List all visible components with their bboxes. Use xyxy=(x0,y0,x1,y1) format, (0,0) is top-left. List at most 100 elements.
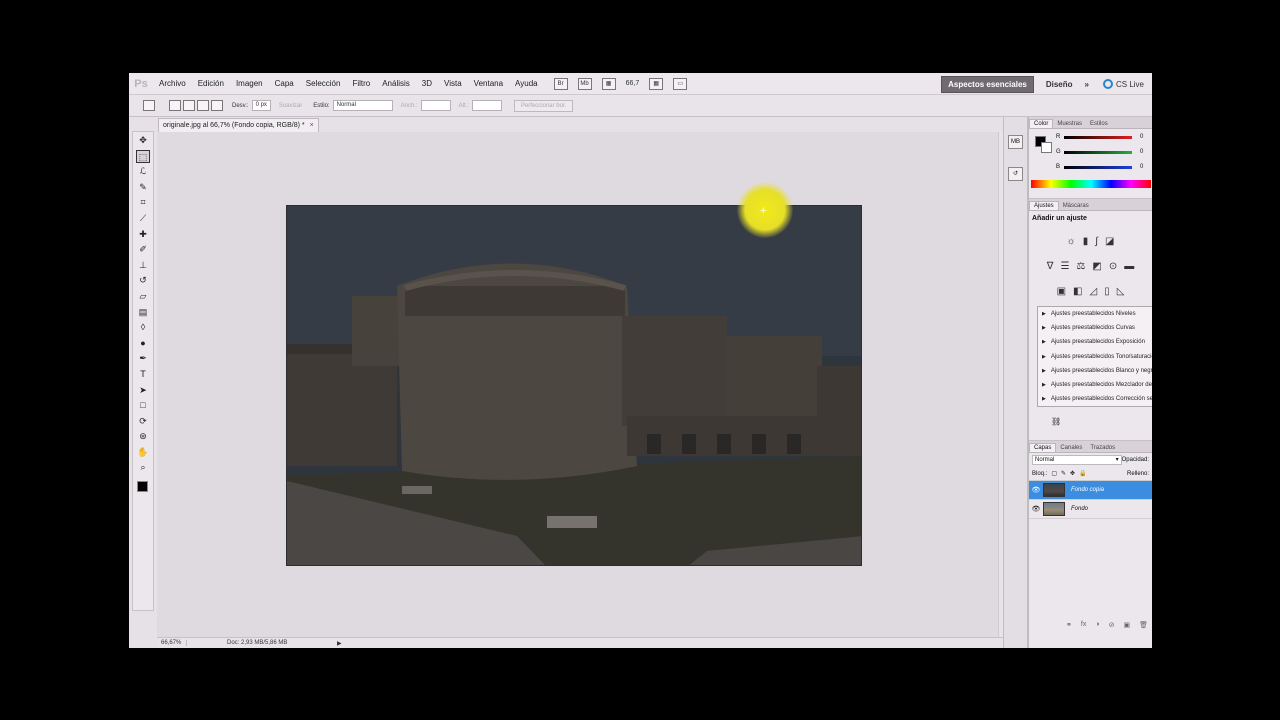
menu-ayuda[interactable]: Ayuda xyxy=(509,79,544,88)
menu-vista[interactable]: Vista xyxy=(438,79,468,88)
lock-position-icon[interactable]: ✥ xyxy=(1070,470,1075,477)
launch-minibridge-button[interactable]: Mb xyxy=(577,77,592,90)
slider-value[interactable]: 0 xyxy=(1140,164,1143,170)
slider-b[interactable]: B0 xyxy=(1056,162,1150,172)
layer-row[interactable]: 👁 Fondo copia xyxy=(1029,481,1152,500)
gradient-tool-icon[interactable]: ▤ xyxy=(136,306,150,319)
menu-analisis[interactable]: Análisis xyxy=(376,79,416,88)
adjustment-2-2-icon[interactable]: ◿ xyxy=(1089,286,1097,297)
antialias-checkbox[interactable]: Suavizar xyxy=(279,103,302,109)
status-zoom[interactable]: 66,67% xyxy=(157,640,187,646)
crop-tool-icon[interactable]: ⌗ xyxy=(136,196,150,209)
pen-tool-icon[interactable]: ✒ xyxy=(136,352,150,365)
layers-footer-3-icon[interactable]: ⊘ xyxy=(1109,621,1115,629)
document-canvas[interactable]: + xyxy=(157,132,998,637)
preset-item[interactable]: ▶ Ajustes preestablecidos Exposición xyxy=(1038,335,1152,349)
adjustment-2-1-icon[interactable]: ◧ xyxy=(1073,286,1082,297)
zoom-level[interactable]: 66,7 xyxy=(626,80,640,87)
width-input[interactable] xyxy=(420,100,451,111)
lasso-tool-icon[interactable]: ℒ xyxy=(136,165,150,178)
layers-tab-trazados[interactable]: Trazados xyxy=(1086,444,1119,452)
adjustment-1-0-icon[interactable]: ∇ xyxy=(1047,261,1054,272)
3d-rotate-tool-icon[interactable]: ⟳ xyxy=(136,415,150,428)
lock-transparency-icon[interactable]: ▢ xyxy=(1051,470,1057,477)
zoom-tool-icon[interactable]: ⌕ xyxy=(136,461,150,474)
history-icon[interactable]: ↺ xyxy=(1008,167,1023,181)
subtract-selection-button[interactable] xyxy=(197,100,209,111)
rectangle-tool-icon[interactable]: □ xyxy=(136,399,150,412)
adjustment-1-4-icon[interactable]: ⊙ xyxy=(1109,261,1117,272)
feather-input[interactable]: 0 px xyxy=(251,100,271,111)
brush-tool-icon[interactable]: ✐ xyxy=(136,243,150,256)
hand-tool-icon[interactable]: ✋ xyxy=(136,446,150,459)
eyedropper-tool-icon[interactable]: ⟋ xyxy=(136,212,150,225)
adjustment-1-3-icon[interactable]: ◩ xyxy=(1092,261,1101,272)
dodge-tool-icon[interactable]: ● xyxy=(136,337,150,350)
more-workspaces-button[interactable]: » xyxy=(1079,77,1095,92)
blur-tool-icon[interactable]: ◊ xyxy=(136,321,150,334)
castle-photo[interactable] xyxy=(286,205,862,566)
color-tab-estilos[interactable]: Estilos xyxy=(1086,120,1112,128)
layers-footer-1-icon[interactable]: fx xyxy=(1081,621,1086,629)
layers-footer-5-icon[interactable]: 🗑 xyxy=(1139,621,1148,629)
background-color-box[interactable] xyxy=(1041,142,1052,153)
color-tab-color[interactable]: Color xyxy=(1029,119,1054,128)
mini-bridge-icon[interactable]: MB xyxy=(1008,135,1023,149)
adjustments-tab-mascaras[interactable]: Máscaras xyxy=(1059,202,1093,210)
menu-imagen[interactable]: Imagen xyxy=(230,79,269,88)
history-brush-tool-icon[interactable]: ↺ xyxy=(136,274,150,287)
menu-archivo[interactable]: Archivo xyxy=(153,79,192,88)
close-document-icon[interactable]: × xyxy=(310,122,314,129)
adjustment-1-2-icon[interactable]: ⚖ xyxy=(1076,261,1085,272)
3d-orbit-tool-icon[interactable]: ⊛ xyxy=(136,430,150,443)
view-extras-button[interactable]: ▦ xyxy=(601,77,616,90)
preset-item[interactable]: ▶ Ajustes preestablecidos Tono/saturación xyxy=(1038,350,1152,364)
type-tool-icon[interactable]: T xyxy=(136,368,150,381)
visibility-eye-icon[interactable]: 👁 xyxy=(1029,486,1043,494)
clip-to-layer-icon[interactable]: ⛓ xyxy=(1051,417,1061,426)
adjustment-1-5-icon[interactable]: ▬ xyxy=(1124,261,1134,272)
lock-pixels-icon[interactable]: ✎ xyxy=(1061,470,1066,477)
adjustment-0-1-icon[interactable]: ▮ xyxy=(1083,236,1089,247)
launch-bridge-button[interactable]: Br xyxy=(553,77,568,90)
menu-ventana[interactable]: Ventana xyxy=(468,79,509,88)
slider-track[interactable] xyxy=(1064,165,1132,169)
slider-track[interactable] xyxy=(1064,135,1132,139)
preset-item[interactable]: ▶ Ajustes preestablecidos Niveles xyxy=(1038,307,1152,321)
menu-3d[interactable]: 3D xyxy=(416,79,438,88)
layers-tab-capas[interactable]: Capas xyxy=(1029,443,1057,452)
layers-footer-4-icon[interactable]: ▣ xyxy=(1123,621,1130,629)
slider-track[interactable] xyxy=(1064,150,1132,154)
refine-edge-button[interactable]: Perfeccionar bor. xyxy=(513,99,574,112)
tool-preset-picker[interactable] xyxy=(143,100,155,111)
slider-value[interactable]: 0 xyxy=(1140,134,1143,140)
color-tab-muestras[interactable]: Muestras xyxy=(1053,120,1086,128)
blend-mode-select[interactable]: Normal ▾ xyxy=(1032,455,1122,465)
status-menu-arrow-icon[interactable]: ▶ xyxy=(337,640,342,647)
preset-item[interactable]: ▶ Ajustes preestablecidos Blanco y negro xyxy=(1038,364,1152,378)
slider-g[interactable]: G0 xyxy=(1056,147,1150,157)
preset-item[interactable]: ▶ Ajustes preestablecidos Curvas xyxy=(1038,321,1152,335)
layers-tab-canales[interactable]: Canales xyxy=(1056,444,1086,452)
add-selection-button[interactable] xyxy=(183,100,195,111)
adjustment-2-4-icon[interactable]: ◺ xyxy=(1117,286,1125,297)
document-tab[interactable]: originale.jpg al 66,7% (Fondo copia, RGB… xyxy=(158,118,319,132)
menu-filtro[interactable]: Filtro xyxy=(346,79,376,88)
screen-mode-button[interactable]: ▭ xyxy=(673,77,688,90)
adjustments-tab-ajustes[interactable]: Ajustes xyxy=(1029,201,1059,210)
path-selection-tool-icon[interactable]: ➤ xyxy=(136,384,150,397)
workspace-design-button[interactable]: Diseño xyxy=(1040,77,1079,92)
rectangular-marquee-tool-icon[interactable]: ⬚ xyxy=(136,149,150,163)
slider-r[interactable]: R0 xyxy=(1056,132,1150,142)
menu-seleccion[interactable]: Selección xyxy=(300,79,347,88)
workspace-essentials-button[interactable]: Aspectos esenciales xyxy=(941,75,1034,93)
style-select[interactable]: Normal xyxy=(332,100,393,111)
layers-footer-2-icon[interactable]: ◑ xyxy=(1095,621,1099,629)
slider-value[interactable]: 0 xyxy=(1140,149,1143,155)
menu-capa[interactable]: Capa xyxy=(269,79,300,88)
intersect-selection-button[interactable] xyxy=(211,100,223,111)
new-selection-button[interactable] xyxy=(169,100,181,111)
move-tool-icon[interactable]: ✥ xyxy=(136,134,150,147)
preset-item[interactable]: ▶ Ajustes preestablecidos Mezclador de ca… xyxy=(1038,378,1152,392)
adjustment-0-3-icon[interactable]: ◪ xyxy=(1105,236,1114,247)
